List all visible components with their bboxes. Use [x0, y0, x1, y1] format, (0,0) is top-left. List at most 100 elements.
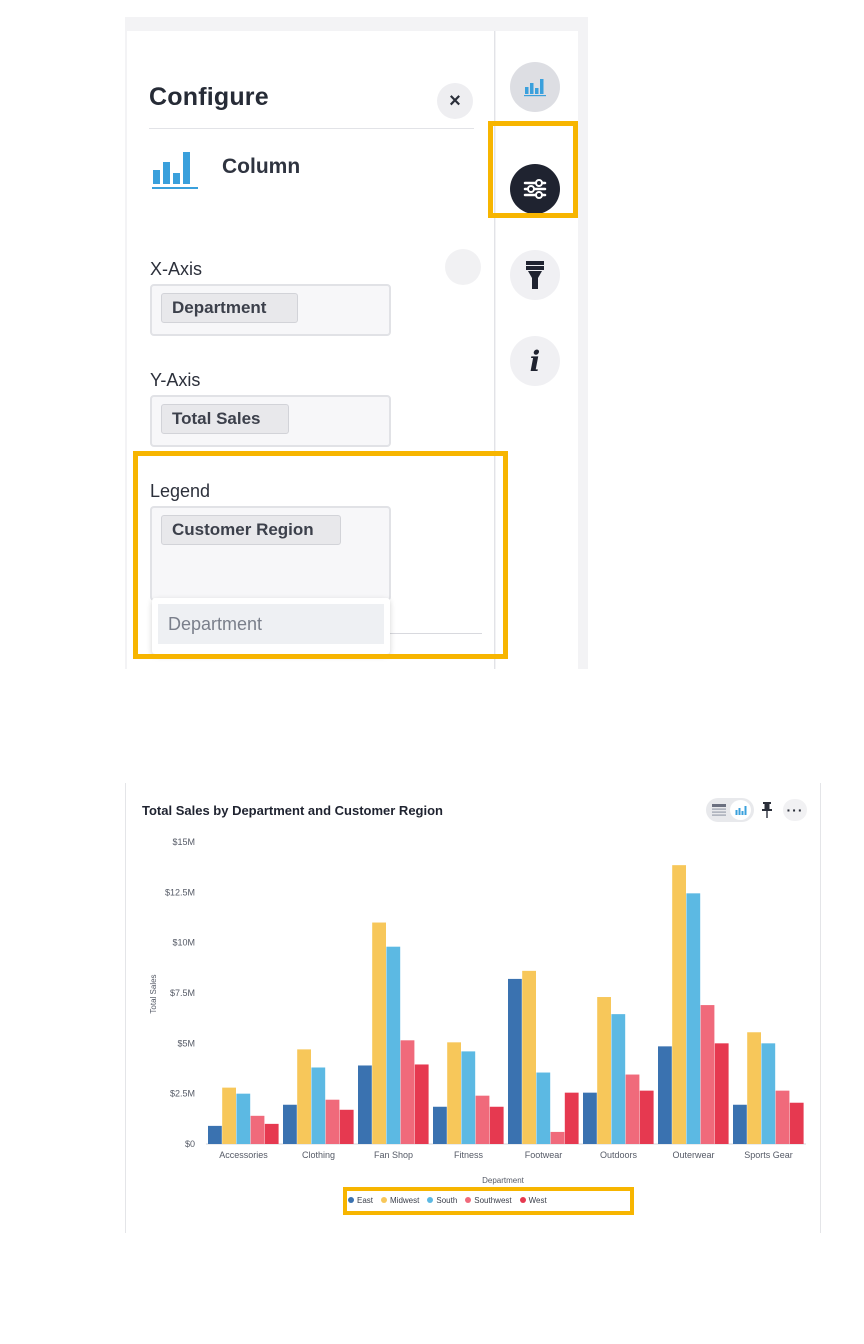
legend-label: East: [357, 1195, 374, 1205]
legend-label: Southwest: [474, 1195, 512, 1205]
bar-west-fitness[interactable]: [489, 1106, 504, 1144]
bar-midwest-fan-shop[interactable]: [372, 922, 386, 1144]
bar-south-outerwear[interactable]: [686, 893, 701, 1144]
bar-southwest-fitness[interactable]: [475, 1095, 490, 1144]
bar-southwest-footwear[interactable]: [550, 1131, 565, 1144]
chart-type-button[interactable]: [510, 62, 560, 112]
bar-east-fan-shop[interactable]: [358, 1065, 372, 1144]
y-tick-label: $15M: [172, 837, 195, 847]
bar-south-accessories[interactable]: [236, 1093, 251, 1144]
legend-item-east[interactable]: East: [348, 1196, 373, 1205]
x-axis-label: X-Axis: [150, 259, 203, 279]
bar-west-footwear[interactable]: [564, 1092, 579, 1144]
legend-item-south[interactable]: South: [427, 1196, 457, 1205]
x-tick-label: Fan Shop: [374, 1150, 413, 1160]
bar-east-outdoors[interactable]: [583, 1092, 597, 1144]
chart-type-label: Column: [222, 155, 301, 178]
bar-midwest-clothing[interactable]: [297, 1049, 311, 1144]
bar-midwest-footwear[interactable]: [522, 970, 536, 1144]
bar-south-fitness[interactable]: [461, 1051, 476, 1144]
side-rail: i: [496, 31, 578, 669]
settings-sliders-icon: [523, 179, 547, 199]
pin-icon: [762, 802, 772, 818]
y-axis-title: Total Sales: [149, 974, 158, 1013]
y-tick-label: $7.5M: [170, 988, 195, 998]
bar-midwest-fitness[interactable]: [447, 1042, 461, 1144]
bar-east-footwear[interactable]: [508, 978, 522, 1144]
bar-midwest-accessories[interactable]: [222, 1087, 236, 1144]
chart-view-button[interactable]: [730, 800, 751, 820]
column-chart: $0 $2.5M $5M $7.5M $10M $12.5M $15M Accessories…: [149, 837, 806, 1185]
y-axis-dropzone[interactable]: Total Sales: [150, 395, 391, 447]
bar-southwest-accessories[interactable]: [250, 1115, 265, 1144]
bar-southwest-fan-shop[interactable]: [400, 1040, 415, 1144]
legend-label: Midwest: [390, 1195, 420, 1205]
legend-item-midwest[interactable]: Midwest: [381, 1196, 419, 1205]
x-tick-label: Footwear: [525, 1150, 563, 1160]
view-toggle: [706, 798, 754, 822]
bar-south-outdoors[interactable]: [611, 1014, 626, 1144]
more-button[interactable]: ···: [783, 799, 807, 821]
bar-south-clothing[interactable]: [311, 1067, 326, 1144]
bar-west-clothing[interactable]: [339, 1109, 354, 1144]
legend-dot-icon: [348, 1197, 354, 1203]
bar-southwest-sports-gear[interactable]: [775, 1090, 790, 1144]
x-tick-label: Outerwear: [672, 1150, 714, 1160]
y-axis-chip[interactable]: Total Sales: [161, 404, 289, 434]
bar-southwest-outdoors[interactable]: [625, 1074, 640, 1144]
chart-legend: East Midwest South Southwest West: [348, 1190, 630, 1210]
y-axis-label: Y-Axis: [150, 370, 201, 390]
chart-title: Total Sales by Department and Customer R…: [142, 803, 443, 818]
bar-east-fitness[interactable]: [433, 1106, 447, 1144]
column-chart-icon: [152, 152, 198, 189]
bar-midwest-outdoors[interactable]: [597, 997, 611, 1144]
bar-midwest-outerwear[interactable]: [672, 865, 686, 1144]
x-tick-label: Outdoors: [600, 1150, 638, 1160]
brush-icon: [526, 261, 544, 289]
legend-dot-icon: [519, 1197, 526, 1203]
configure-panel: Configure × Column X-Axis Department Y-A…: [127, 31, 495, 669]
legend-chip[interactable]: Customer Region: [161, 515, 341, 545]
legend-label: South: [436, 1195, 458, 1205]
bar-west-accessories[interactable]: [264, 1123, 279, 1144]
table-view-button[interactable]: [709, 801, 729, 819]
settings-button[interactable]: [510, 164, 560, 214]
bar-southwest-outerwear[interactable]: [700, 1005, 715, 1144]
bar-south-footwear[interactable]: [536, 1072, 551, 1144]
x-tick-label: Fitness: [454, 1150, 484, 1160]
x-axis-dropzone[interactable]: Department: [150, 284, 391, 336]
pin-button[interactable]: [756, 799, 778, 821]
bar-southwest-clothing[interactable]: [325, 1099, 340, 1144]
chart-icon: [524, 79, 546, 97]
legend-label: Legend: [150, 481, 211, 501]
y-tick-label: $10M: [172, 938, 195, 948]
x-tick-label: Clothing: [302, 1150, 335, 1160]
legend-dot-icon: [381, 1197, 388, 1203]
table-icon: [712, 804, 726, 816]
legend-item-west[interactable]: West: [519, 1195, 547, 1205]
column-chart-icon: [735, 805, 746, 815]
bar-south-fan-shop[interactable]: [386, 946, 401, 1144]
legend-dropzone[interactable]: Customer Region: [150, 506, 391, 601]
bar-west-outdoors[interactable]: [639, 1090, 654, 1144]
bar-east-accessories[interactable]: [208, 1125, 222, 1144]
legend-item-southwest[interactable]: Southwest: [465, 1195, 512, 1205]
bar-east-clothing[interactable]: [283, 1104, 297, 1144]
x-tick-label: Sports Gear: [744, 1150, 793, 1160]
configure-panel-container: Configure × Column X-Axis Department Y-A…: [125, 17, 588, 669]
x-axis-chip[interactable]: Department: [161, 293, 298, 323]
info-icon: i: [529, 344, 541, 378]
legend-label: West: [528, 1195, 547, 1205]
bar-south-sports-gear[interactable]: [761, 1043, 776, 1144]
bar-east-outerwear[interactable]: [658, 1046, 672, 1144]
style-button[interactable]: [510, 250, 560, 300]
bar-midwest-sports-gear[interactable]: [747, 1032, 761, 1144]
chart-card: $0 $2.5M $5M $7.5M $10M $12.5M $15M Accessories…: [125, 783, 821, 1233]
bar-west-sports-gear[interactable]: [789, 1102, 804, 1144]
dropdown-option-department[interactable]: Department: [158, 604, 384, 644]
close-button[interactable]: ×: [437, 83, 473, 119]
bar-west-outerwear[interactable]: [714, 1043, 729, 1144]
bar-east-sports-gear[interactable]: [733, 1104, 747, 1144]
bar-west-fan-shop[interactable]: [414, 1064, 429, 1144]
info-button[interactable]: i: [510, 336, 560, 386]
